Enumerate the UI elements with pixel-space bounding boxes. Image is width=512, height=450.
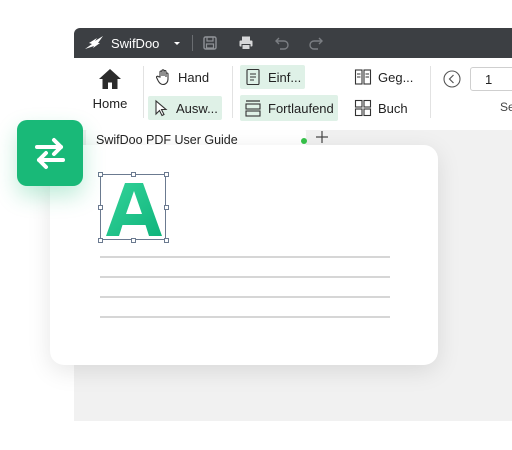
save-icon[interactable] bbox=[202, 35, 218, 51]
title-bar: SwifDoo bbox=[74, 28, 512, 58]
resize-handle[interactable] bbox=[98, 205, 103, 210]
home-label: Home bbox=[92, 96, 128, 111]
text-line-placeholder bbox=[100, 296, 390, 298]
ribbon-separator bbox=[143, 66, 144, 118]
swifdoo-bird-icon bbox=[85, 36, 103, 49]
single-page-label: Einf... bbox=[268, 69, 302, 85]
book-view-label: Buch bbox=[378, 100, 408, 116]
continuous-page-button[interactable]: Fortlaufend bbox=[240, 95, 338, 121]
convert-button[interactable] bbox=[17, 120, 83, 186]
chevron-down-icon[interactable] bbox=[172, 38, 182, 48]
cursor-icon bbox=[155, 99, 168, 117]
chevron-left-icon[interactable] bbox=[443, 70, 461, 88]
continuous-page-icon bbox=[245, 100, 261, 117]
plus-icon[interactable] bbox=[314, 129, 330, 145]
hand-label: Hand bbox=[178, 69, 210, 85]
text-line-placeholder bbox=[100, 256, 390, 258]
text-line-placeholder bbox=[100, 316, 390, 318]
resize-handle[interactable] bbox=[131, 172, 136, 177]
app-name: SwifDoo bbox=[111, 36, 160, 51]
single-page-icon bbox=[246, 68, 260, 86]
two-page-label: Geg... bbox=[378, 69, 414, 85]
two-page-icon bbox=[354, 69, 372, 85]
two-page-button[interactable]: Geg... bbox=[354, 66, 413, 88]
ribbon-separator bbox=[232, 66, 233, 118]
unsaved-dot-icon bbox=[301, 138, 307, 144]
page-number-input[interactable]: 1 bbox=[470, 67, 512, 91]
single-page-button[interactable]: Einf... bbox=[240, 65, 306, 89]
letter-a-icon bbox=[106, 183, 162, 236]
home-button[interactable]: Home bbox=[86, 68, 134, 111]
book-view-button[interactable]: Buch bbox=[354, 97, 408, 119]
select-label: Ausw... bbox=[176, 100, 218, 116]
resize-handle[interactable] bbox=[164, 238, 169, 243]
resize-handle[interactable] bbox=[164, 205, 169, 210]
home-icon bbox=[99, 69, 121, 89]
document-card bbox=[50, 145, 438, 365]
title-separator bbox=[192, 35, 193, 51]
resize-handle[interactable] bbox=[98, 238, 103, 243]
ribbon-separator bbox=[430, 66, 431, 118]
hand-icon bbox=[156, 69, 169, 86]
select-tool-button[interactable]: Ausw... bbox=[148, 96, 222, 120]
resize-handle[interactable] bbox=[98, 172, 103, 177]
continuous-page-label: Fortlaufend bbox=[268, 100, 334, 116]
swap-arrows-icon bbox=[35, 138, 65, 169]
undo-icon[interactable] bbox=[274, 35, 290, 51]
redo-icon[interactable] bbox=[308, 35, 324, 51]
page-count-label: Se bbox=[500, 100, 512, 114]
resize-handle[interactable] bbox=[164, 172, 169, 177]
print-icon[interactable] bbox=[238, 35, 254, 51]
ribbon-toolbar: Home Hand Ausw... Einf... Fortlaufend Ge… bbox=[74, 58, 512, 131]
book-icon bbox=[354, 99, 372, 117]
resize-handle[interactable] bbox=[131, 238, 136, 243]
text-line-placeholder bbox=[100, 276, 390, 278]
hand-tool-button[interactable]: Hand bbox=[154, 66, 209, 88]
